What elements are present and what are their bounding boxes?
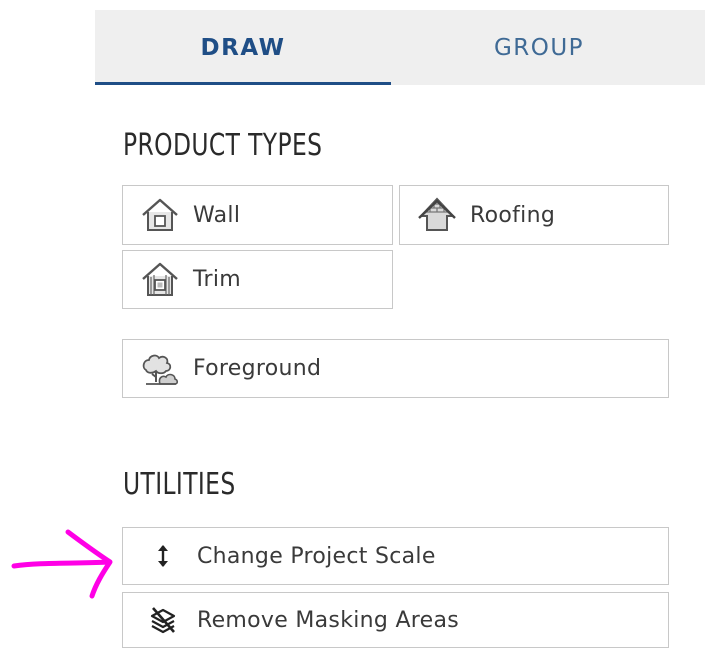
product-type-trim-button[interactable]: Trim (122, 250, 393, 309)
tab-draw-label: DRAW (200, 34, 286, 61)
product-type-wall-button[interactable]: Wall (122, 185, 393, 245)
tab-group[interactable]: GROUP (391, 10, 687, 85)
change-project-scale-button[interactable]: Change Project Scale (122, 527, 669, 585)
product-type-label: Wall (193, 202, 241, 228)
utility-label: Remove Masking Areas (197, 607, 460, 633)
product-type-label: Foreground (193, 356, 322, 381)
vertical-arrows-icon (143, 536, 183, 576)
product-type-label: Trim (193, 267, 241, 292)
active-tab-indicator (95, 82, 391, 85)
remove-masking-areas-button[interactable]: Remove Masking Areas (122, 592, 669, 648)
tab-draw[interactable]: DRAW (95, 10, 391, 85)
tree-bush-icon (137, 349, 183, 389)
house-trim-icon (137, 260, 183, 300)
layers-slash-icon (143, 600, 183, 640)
tab-group-label: GROUP (493, 34, 585, 61)
product-type-foreground-button[interactable]: Foreground (122, 339, 669, 398)
product-type-roofing-button[interactable]: Roofing (399, 185, 669, 245)
product-types-heading: PRODUCT TYPES (123, 128, 323, 163)
tab-bar: DRAW GROUP (95, 10, 705, 85)
utility-label: Change Project Scale (197, 543, 436, 569)
product-type-label: Roofing (470, 202, 556, 228)
roof-icon (414, 195, 460, 235)
house-wall-icon (137, 195, 183, 235)
utilities-heading: UTILITIES (123, 467, 236, 502)
annotation-arrow-icon (11, 529, 113, 599)
